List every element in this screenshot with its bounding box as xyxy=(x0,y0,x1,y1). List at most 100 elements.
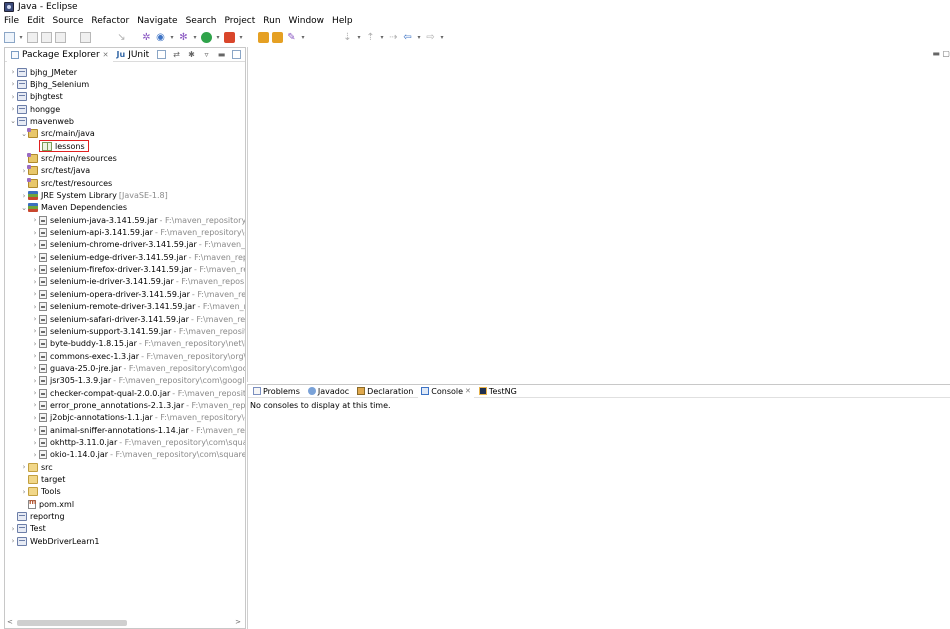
tree-item[interactable]: › okio-1.14.0.jar - F:\maven_repository\co… xyxy=(31,449,245,461)
link-with-editor-icon[interactable]: ⇄ xyxy=(172,50,181,59)
tree-item[interactable]: ⌄ mavenweb xyxy=(9,115,74,127)
tree-item[interactable]: › selenium-opera-driver-3.141.59.jar - F:\… xyxy=(31,288,245,300)
tab-junit[interactable]: Ju JUnit xyxy=(113,48,154,62)
chevron-right-icon[interactable]: › xyxy=(20,192,28,200)
menu-window[interactable]: Window xyxy=(289,16,325,26)
tree-item[interactable]: › selenium-chrome-driver-3.141.59.jar - F:… xyxy=(31,239,245,251)
chevron-right-icon[interactable]: › xyxy=(31,278,39,286)
tree-item[interactable]: › src/test/java xyxy=(20,165,90,177)
run-dropdown-icon[interactable]: ▾ xyxy=(215,32,221,43)
prev-annotation-icon[interactable]: ⇡ xyxy=(365,32,376,43)
tree-item[interactable]: › JRE System Library [JavaSE-1.8] xyxy=(20,190,168,202)
menu-run[interactable]: Run xyxy=(263,16,280,26)
tree-item[interactable]: › selenium-api-3.141.59.jar - F:\maven_rep… xyxy=(31,227,245,239)
debug-dropdown-icon[interactable]: ▾ xyxy=(192,32,198,43)
tree-item[interactable]: pom.xml xyxy=(20,498,74,510)
external-tools-icon[interactable] xyxy=(224,31,235,43)
chevron-right-icon[interactable]: › xyxy=(31,216,39,224)
scroll-right-icon[interactable]: > xyxy=(235,618,241,626)
tree-item[interactable]: › animal-sniffer-annotations-1.14.jar - F:… xyxy=(31,424,245,436)
chevron-right-icon[interactable]: › xyxy=(20,488,28,496)
chevron-right-icon[interactable]: › xyxy=(31,401,39,409)
chevron-right-icon[interactable]: › xyxy=(31,364,39,372)
tree-item[interactable]: lessons xyxy=(31,140,89,153)
tree-item[interactable]: › selenium-safari-driver-3.141.59.jar - F:… xyxy=(31,313,245,325)
chevron-right-icon[interactable]: › xyxy=(9,537,17,545)
chevron-right-icon[interactable]: › xyxy=(31,229,39,237)
menu-file[interactable]: File xyxy=(4,16,19,26)
minimize-icon[interactable]: ▬ xyxy=(217,50,226,59)
next-annotation-dropdown-icon[interactable]: ▾ xyxy=(356,32,362,43)
editor-minimize-icon[interactable]: ▬ ▢ xyxy=(932,49,950,58)
back-icon[interactable]: ⇦ xyxy=(402,32,413,43)
tree-item[interactable]: › Test xyxy=(9,523,46,535)
tab-javadoc[interactable]: Javadoc xyxy=(305,385,352,398)
chevron-down-icon[interactable]: ⌄ xyxy=(20,204,28,212)
tab-problems[interactable]: Problems xyxy=(250,385,303,398)
run-icon[interactable] xyxy=(201,31,212,43)
chevron-down-icon[interactable]: ⌄ xyxy=(9,117,17,125)
chevron-right-icon[interactable]: › xyxy=(31,266,39,274)
coverage-dropdown-icon[interactable]: ▾ xyxy=(169,32,175,43)
tree-item[interactable]: ⌄ src/main/java xyxy=(20,128,95,140)
view-menu-icon[interactable]: ▿ xyxy=(202,50,211,59)
chevron-right-icon[interactable]: › xyxy=(31,389,39,397)
chevron-right-icon[interactable]: › xyxy=(31,340,39,348)
tree-item[interactable]: › selenium-edge-driver-3.141.59.jar - F:\m… xyxy=(31,251,245,263)
chevron-right-icon[interactable]: › xyxy=(31,451,39,459)
tree-item[interactable]: › okhttp-3.11.0.jar - F:\maven_repository\… xyxy=(31,437,245,449)
forward-dropdown-icon[interactable]: ▾ xyxy=(439,32,445,43)
tree-item[interactable]: › guava-25.0-jre.jar - F:\maven_repository… xyxy=(31,362,245,374)
menu-project[interactable]: Project xyxy=(224,16,255,26)
chevron-right-icon[interactable]: › xyxy=(20,463,28,471)
close-icon[interactable]: ✕ xyxy=(465,387,471,395)
tree-item[interactable]: reportng xyxy=(9,511,65,523)
open-folder-icon[interactable] xyxy=(272,31,283,43)
terminal-icon[interactable] xyxy=(80,31,91,43)
tree-item[interactable]: › Bjhg_Selenium xyxy=(9,78,89,90)
tree-item[interactable]: › WebDriverLearn1 xyxy=(9,535,100,547)
new-dropdown-icon[interactable]: ▾ xyxy=(18,32,24,43)
tree-item[interactable]: › commons-exec-1.3.jar - F:\maven_reposito… xyxy=(31,350,245,362)
debug-icon[interactable]: ✲ xyxy=(141,32,152,43)
collapse-all-icon[interactable] xyxy=(157,50,166,59)
menu-source[interactable]: Source xyxy=(53,16,84,26)
tree-item[interactable]: › hongge xyxy=(9,103,60,115)
tree-item[interactable]: › jsr305-1.3.9.jar - F:\maven_repository\c… xyxy=(31,375,245,387)
new-file-icon[interactable] xyxy=(4,31,15,43)
tree-item[interactable]: › src xyxy=(20,461,53,473)
tree-item[interactable]: › error_prone_annotations-2.1.3.jar - F:\m… xyxy=(31,399,245,411)
tree-item[interactable]: › selenium-support-3.141.59.jar - F:\maven… xyxy=(31,325,245,337)
tree-item[interactable]: src/main/resources xyxy=(20,152,117,164)
prev-annotation-dropdown-icon[interactable]: ▾ xyxy=(379,32,385,43)
tree-item[interactable]: › selenium-remote-driver-3.141.59.jar - F:… xyxy=(31,301,245,313)
search-icon[interactable]: ✎ xyxy=(286,32,297,43)
chevron-right-icon[interactable]: › xyxy=(9,93,17,101)
chevron-right-icon[interactable]: › xyxy=(31,352,39,360)
chevron-right-icon[interactable]: › xyxy=(31,241,39,249)
tree-item[interactable]: › checker-compat-qual-2.0.0.jar - F:\maven… xyxy=(31,387,245,399)
chevron-right-icon[interactable]: › xyxy=(9,68,17,76)
last-edit-icon[interactable]: ⇢ xyxy=(388,32,399,43)
tree-item[interactable]: › selenium-ie-driver-3.141.59.jar - F:\mav… xyxy=(31,276,245,288)
close-icon[interactable]: ✕ xyxy=(103,51,109,59)
save-icon[interactable] xyxy=(27,31,38,43)
chevron-right-icon[interactable]: › xyxy=(31,426,39,434)
chevron-right-icon[interactable]: › xyxy=(9,80,17,88)
next-annotation-icon[interactable]: ⇣ xyxy=(342,32,353,43)
tree-item[interactable]: › bjhgtest xyxy=(9,91,63,103)
menu-navigate[interactable]: Navigate xyxy=(137,16,177,26)
bug-icon[interactable]: ✻ xyxy=(178,32,189,43)
print-icon[interactable] xyxy=(55,31,66,43)
tab-package-explorer[interactable]: Package Explorer ✕ xyxy=(7,47,113,62)
chevron-right-icon[interactable]: › xyxy=(9,525,17,533)
chevron-right-icon[interactable]: › xyxy=(31,290,39,298)
tree-item[interactable]: target xyxy=(20,474,65,486)
tree-item[interactable]: ⌄ Maven Dependencies xyxy=(20,202,127,214)
tab-declaration[interactable]: Declaration xyxy=(354,385,416,398)
tab-console[interactable]: Console ✕ xyxy=(418,384,474,398)
chevron-right-icon[interactable]: › xyxy=(31,253,39,261)
forward-icon[interactable]: ⇨ xyxy=(425,32,436,43)
horizontal-scrollbar[interactable]: < > xyxy=(5,618,245,628)
chevron-right-icon[interactable]: › xyxy=(9,105,17,113)
